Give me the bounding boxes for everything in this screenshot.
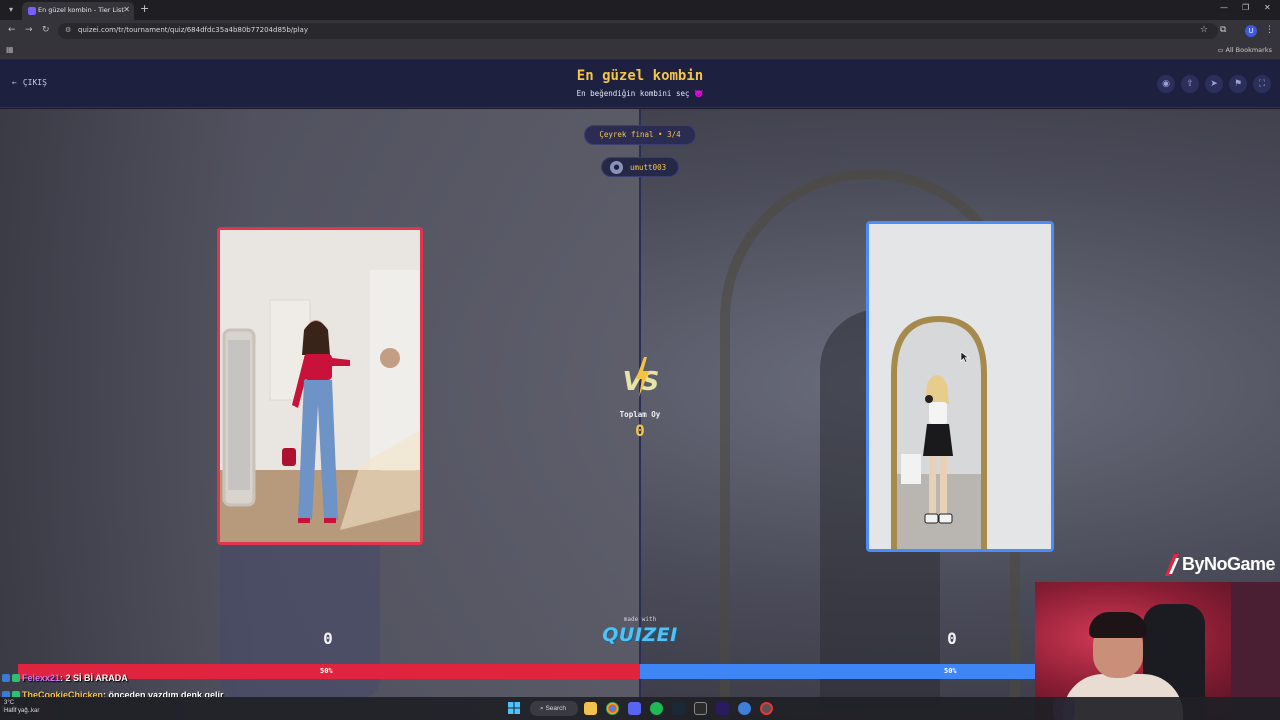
quiz-subtitle: En beğendiğin kombini seç 😈 xyxy=(576,89,704,98)
brand-name: ByNoGame xyxy=(1182,554,1276,574)
round-badge: Çeyrek final • 3/4 xyxy=(584,125,696,145)
profile-avatar[interactable]: U xyxy=(1245,25,1257,37)
site-info-icon[interactable]: ⚙ xyxy=(65,26,71,34)
weather-widget[interactable]: 3°C Hafif yağ..kar xyxy=(4,699,39,715)
restore-icon[interactable]: ❐ xyxy=(1242,3,1249,12)
chat-text: : 2 Sİ Bİ ARADA xyxy=(60,673,128,683)
spotify-icon[interactable] xyxy=(650,702,663,715)
bookmark-star-icon[interactable]: ☆ xyxy=(1200,25,1208,35)
browser-tab-strip: ▾ En güzel kombin - Tier List, Kiz ✕ + —… xyxy=(0,0,1280,20)
windows-start-icon[interactable] xyxy=(508,702,520,714)
obs-icon[interactable] xyxy=(760,702,773,715)
forward-icon[interactable]: → xyxy=(25,25,33,35)
tab-search-icon[interactable]: ▾ xyxy=(4,3,18,17)
flag-icon[interactable]: ⚑ xyxy=(1229,75,1247,93)
outfit-photo-right xyxy=(869,224,1051,549)
weather-temp: 3°C xyxy=(4,700,15,706)
total-votes-label: Toplam Oy xyxy=(619,410,661,419)
address-bar[interactable]: ⚙ quizei.com/tr/tournament/quiz/684dfdc3… xyxy=(58,23,1218,39)
user-badge: ● umutt003 xyxy=(601,157,679,177)
browser-menu-icon[interactable]: ⋮ xyxy=(1265,25,1274,35)
browser-toolbar: ← → ↻ ⚙ quizei.com/tr/tournament/quiz/68… xyxy=(0,20,1280,42)
stream-brand-logo: ByNoGame xyxy=(1165,551,1280,581)
back-icon[interactable]: ← xyxy=(8,25,16,35)
quiz-header: ← ÇIKIŞ En güzel kombin En beğendiğin kom… xyxy=(0,60,1280,108)
browser-tab-active[interactable]: En güzel kombin - Tier List, Kiz ✕ xyxy=(22,2,134,20)
total-votes-value: 0 xyxy=(635,421,645,440)
app-icon[interactable] xyxy=(738,702,751,715)
right-vote-count: 0 xyxy=(947,629,957,648)
share-icon[interactable]: ⇪ xyxy=(1181,75,1199,93)
bookmarks-bar: ▦ ▭ All Bookmarks xyxy=(0,42,1280,60)
right-percent-label: 50% xyxy=(944,667,957,675)
eye-icon[interactable]: ◉ xyxy=(1157,75,1175,93)
quiz-title: En güzel kombin xyxy=(576,68,704,84)
brand-mark-icon xyxy=(1165,554,1179,576)
epic-games-icon[interactable] xyxy=(694,702,707,715)
reload-icon[interactable]: ↻ xyxy=(42,25,50,35)
tab-title: En güzel kombin - Tier List, Kiz xyxy=(38,6,124,14)
chat-badge-icon xyxy=(12,674,20,682)
outfit-photo-left xyxy=(220,230,420,542)
extensions-icon[interactable]: ⧉ xyxy=(1220,25,1226,35)
chat-username: Felexx21 xyxy=(22,673,61,683)
taskbar-search-label: Search xyxy=(545,705,567,712)
weather-text: Hafif yağ..kar xyxy=(4,708,40,714)
send-icon[interactable]: ➤ xyxy=(1205,75,1223,93)
windows-taskbar: 3°C Hafif yağ..kar ⌕ Search xyxy=(0,697,1280,720)
vs-icon: VS xyxy=(616,357,664,399)
chrome-icon[interactable] xyxy=(606,702,619,715)
quizei-logo[interactable]: QUIZEI xyxy=(600,624,680,646)
left-percent-label: 50% xyxy=(320,667,333,675)
taskbar-search[interactable]: ⌕ Search xyxy=(530,701,578,716)
all-bookmarks-link[interactable]: ▭ All Bookmarks xyxy=(1217,46,1272,54)
discord-icon[interactable] xyxy=(628,702,641,715)
option-card-left[interactable] xyxy=(217,227,423,545)
fullscreen-icon[interactable]: ⛶ xyxy=(1253,75,1271,93)
tab-close-icon[interactable]: ✕ xyxy=(123,5,130,14)
left-vote-count: 0 xyxy=(323,629,333,648)
favicon-icon xyxy=(28,7,36,15)
window-close-icon[interactable]: ✕ xyxy=(1264,3,1271,12)
chat-badge-icon xyxy=(2,674,10,682)
steam-icon[interactable] xyxy=(672,702,685,715)
webcam-person-hair xyxy=(1089,612,1147,638)
made-with-label: made with xyxy=(623,616,657,623)
new-tab-icon[interactable]: + xyxy=(140,2,149,15)
minimize-icon[interactable]: — xyxy=(1220,3,1228,12)
username: umutt003 xyxy=(630,163,667,172)
lightning-icon xyxy=(636,357,649,397)
all-bookmarks-label: All Bookmarks xyxy=(1225,46,1272,54)
right-percent-bar: 50% xyxy=(640,664,1036,679)
url-text: quizei.com/tr/tournament/quiz/684dfdc35a… xyxy=(78,26,308,34)
option-card-right[interactable] xyxy=(866,221,1054,552)
chat-message: Felexx21: 2 Sİ Bİ ARADA xyxy=(2,673,128,686)
apps-icon[interactable]: ▦ xyxy=(6,45,14,54)
user-avatar-icon: ● xyxy=(610,161,623,174)
premiere-icon[interactable] xyxy=(716,702,729,715)
file-explorer-icon[interactable] xyxy=(584,702,597,715)
